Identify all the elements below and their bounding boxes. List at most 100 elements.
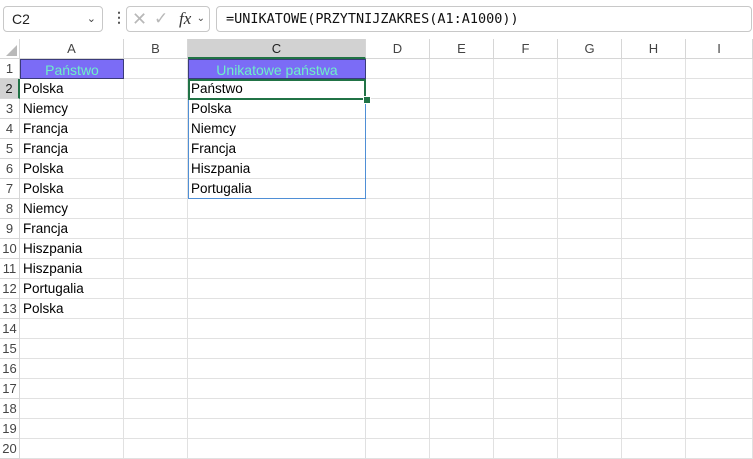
cell-c20[interactable] <box>188 439 366 459</box>
column-header-i[interactable]: I <box>686 39 753 59</box>
cell-c11[interactable] <box>188 259 366 279</box>
cell-f17[interactable] <box>494 379 558 399</box>
cell-b7[interactable] <box>124 179 188 199</box>
cell-d16[interactable] <box>366 359 430 379</box>
cell-e19[interactable] <box>430 419 494 439</box>
cell-e17[interactable] <box>430 379 494 399</box>
cell-g2[interactable] <box>558 79 622 99</box>
column-header-b[interactable]: B <box>124 39 188 59</box>
cell-c2[interactable]: Państwo <box>188 79 366 99</box>
cell-i11[interactable] <box>686 259 753 279</box>
cell-c19[interactable] <box>188 419 366 439</box>
cell-g8[interactable] <box>558 199 622 219</box>
cell-a10[interactable]: Hiszpania <box>20 239 124 259</box>
cell-d7[interactable] <box>366 179 430 199</box>
cell-g4[interactable] <box>558 119 622 139</box>
cell-d18[interactable] <box>366 399 430 419</box>
row-header-8[interactable]: 8 <box>0 199 20 219</box>
column-header-f[interactable]: F <box>494 39 558 59</box>
cell-c1[interactable]: Unikatowe państwa <box>188 59 366 79</box>
cell-b15[interactable] <box>124 339 188 359</box>
cell-d1[interactable] <box>366 59 430 79</box>
cell-a11[interactable]: Hiszpania <box>20 259 124 279</box>
row-header-13[interactable]: 13 <box>0 299 20 319</box>
cell-h1[interactable] <box>622 59 686 79</box>
row-header-16[interactable]: 16 <box>0 359 20 379</box>
row-header-10[interactable]: 10 <box>0 239 20 259</box>
cell-i4[interactable] <box>686 119 753 139</box>
column-header-a[interactable]: A <box>20 39 124 59</box>
cell-g20[interactable] <box>558 439 622 459</box>
cell-g16[interactable] <box>558 359 622 379</box>
cell-h4[interactable] <box>622 119 686 139</box>
cell-i18[interactable] <box>686 399 753 419</box>
cell-h20[interactable] <box>622 439 686 459</box>
cell-f6[interactable] <box>494 159 558 179</box>
row-header-19[interactable]: 19 <box>0 419 20 439</box>
chevron-down-icon[interactable]: ⌄ <box>87 7 96 31</box>
row-header-17[interactable]: 17 <box>0 379 20 399</box>
cell-a20[interactable] <box>20 439 124 459</box>
cell-h7[interactable] <box>622 179 686 199</box>
cell-f8[interactable] <box>494 199 558 219</box>
cell-c17[interactable] <box>188 379 366 399</box>
cell-b16[interactable] <box>124 359 188 379</box>
cell-h6[interactable] <box>622 159 686 179</box>
cell-c9[interactable] <box>188 219 366 239</box>
cell-i2[interactable] <box>686 79 753 99</box>
cell-e10[interactable] <box>430 239 494 259</box>
cell-b20[interactable] <box>124 439 188 459</box>
cell-d13[interactable] <box>366 299 430 319</box>
row-header-4[interactable]: 4 <box>0 119 20 139</box>
cell-i17[interactable] <box>686 379 753 399</box>
cell-e9[interactable] <box>430 219 494 239</box>
cell-i10[interactable] <box>686 239 753 259</box>
cell-c5[interactable]: Francja <box>188 139 366 159</box>
column-header-g[interactable]: G <box>558 39 622 59</box>
formula-input[interactable]: =UNIKATOWE(PRZYTNIJZAKRES(A1:A1000)) <box>216 6 752 32</box>
cell-f16[interactable] <box>494 359 558 379</box>
cell-i15[interactable] <box>686 339 753 359</box>
cell-e5[interactable] <box>430 139 494 159</box>
cell-g19[interactable] <box>558 419 622 439</box>
cell-e8[interactable] <box>430 199 494 219</box>
cell-e16[interactable] <box>430 359 494 379</box>
cell-h16[interactable] <box>622 359 686 379</box>
cell-g7[interactable] <box>558 179 622 199</box>
cell-c6[interactable]: Hiszpania <box>188 159 366 179</box>
cell-i5[interactable] <box>686 139 753 159</box>
cell-h15[interactable] <box>622 339 686 359</box>
cell-c14[interactable] <box>188 319 366 339</box>
cell-b10[interactable] <box>124 239 188 259</box>
cell-a4[interactable]: Francja <box>20 119 124 139</box>
row-header-2[interactable]: 2 <box>0 79 20 99</box>
cell-h17[interactable] <box>622 379 686 399</box>
column-header-d[interactable]: D <box>366 39 430 59</box>
select-all-button[interactable] <box>0 39 20 59</box>
cell-e13[interactable] <box>430 299 494 319</box>
cell-h8[interactable] <box>622 199 686 219</box>
cell-i12[interactable] <box>686 279 753 299</box>
cell-f12[interactable] <box>494 279 558 299</box>
cell-g9[interactable] <box>558 219 622 239</box>
cell-f14[interactable] <box>494 319 558 339</box>
cell-e11[interactable] <box>430 259 494 279</box>
cell-a17[interactable] <box>20 379 124 399</box>
cell-i19[interactable] <box>686 419 753 439</box>
cell-g17[interactable] <box>558 379 622 399</box>
cell-g18[interactable] <box>558 399 622 419</box>
cell-c12[interactable] <box>188 279 366 299</box>
cell-a18[interactable] <box>20 399 124 419</box>
cell-h11[interactable] <box>622 259 686 279</box>
row-header-6[interactable]: 6 <box>0 159 20 179</box>
cell-i9[interactable] <box>686 219 753 239</box>
cell-c15[interactable] <box>188 339 366 359</box>
cell-a12[interactable]: Portugalia <box>20 279 124 299</box>
cell-f18[interactable] <box>494 399 558 419</box>
cell-d9[interactable] <box>366 219 430 239</box>
cell-e20[interactable] <box>430 439 494 459</box>
cell-a6[interactable]: Polska <box>20 159 124 179</box>
cell-h3[interactable] <box>622 99 686 119</box>
cell-e12[interactable] <box>430 279 494 299</box>
cell-b6[interactable] <box>124 159 188 179</box>
